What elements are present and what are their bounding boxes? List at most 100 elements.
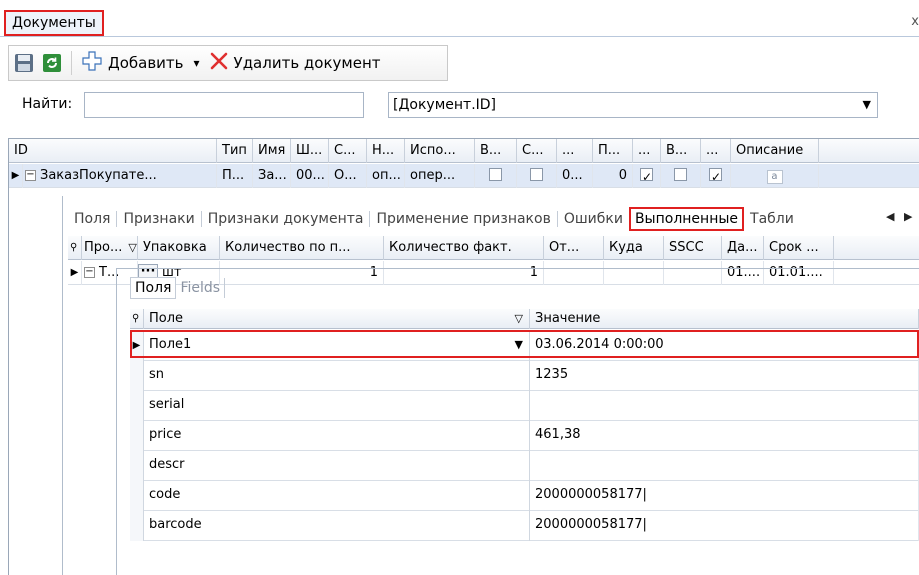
column-header-dots1[interactable]: ... [557, 139, 593, 163]
cell-field[interactable]: barcode [144, 511, 530, 541]
cell-field[interactable]: Поле1 ▼ [144, 331, 530, 361]
memo-icon[interactable]: a [766, 170, 783, 184]
column-header-pack[interactable]: Упаковка [138, 236, 220, 260]
inner-tab-fields[interactable]: Поля [130, 277, 177, 299]
cell-v-checkbox[interactable] [475, 164, 517, 188]
column-header-field[interactable]: Поле ▽ [144, 309, 530, 329]
cell-field[interactable]: price [144, 421, 530, 451]
tab-attributes[interactable]: Признаки [117, 211, 202, 227]
search-field-select[interactable]: [Документ.ID] ▼ [388, 92, 878, 118]
column-chooser-icon[interactable]: ⚲ [68, 236, 82, 260]
row-indicator [130, 421, 144, 451]
column-header-b2[interactable]: В... [661, 139, 701, 163]
cell-dots3-checkbox[interactable] [701, 164, 731, 188]
cell-name: За... [253, 164, 291, 188]
tab-tables[interactable]: Табли [744, 211, 800, 227]
table-row[interactable]: ▶ − ЗаказПокупате... П... За... 00... О..… [9, 164, 919, 188]
column-header-s[interactable]: С... [329, 139, 367, 163]
delete-document-button[interactable]: Удалить документ [208, 49, 383, 77]
collapse-icon[interactable]: − [25, 170, 36, 181]
column-header-term[interactable]: Срок ... [764, 236, 834, 260]
cell-value[interactable]: 461,38 [530, 421, 919, 451]
cell-type: П... [217, 164, 253, 188]
tab-errors[interactable]: Ошибки [558, 211, 629, 227]
cell-value[interactable]: 1235 [530, 361, 919, 391]
cell-b2-checkbox[interactable] [661, 164, 701, 188]
tab-executed[interactable]: Выполненные [628, 207, 745, 231]
column-header-description[interactable]: Описание [731, 139, 819, 163]
table-row[interactable]: ▶ Поле1 ▼ 03.06.2014 0:00:00 [130, 331, 919, 361]
checkbox[interactable] [530, 168, 543, 181]
column-header-c[interactable]: С... [517, 139, 557, 163]
column-header-name[interactable]: Имя [253, 139, 291, 163]
cell-value[interactable]: 2000000058177| [530, 481, 919, 511]
column-header-sscc[interactable]: SSCC [664, 236, 722, 260]
checkbox[interactable] [674, 168, 687, 181]
column-header-value[interactable]: Значение [530, 309, 919, 329]
column-header-from[interactable]: От... [544, 236, 604, 260]
column-header-type[interactable]: Тип [217, 139, 253, 163]
checkbox-checked[interactable] [709, 166, 722, 188]
cell-description[interactable]: a [731, 164, 819, 188]
tab-apply-attributes[interactable]: Применение признаков [370, 211, 558, 227]
inner-tab-fields-en[interactable]: Fields [176, 278, 226, 298]
tab-fields[interactable]: Поля [68, 211, 118, 227]
column-header-id[interactable]: ID [9, 139, 217, 163]
cell-field[interactable]: serial [144, 391, 530, 421]
tab-scroll-left-icon[interactable]: ◀ [886, 210, 894, 223]
search-input[interactable] [84, 92, 364, 118]
table-row[interactable]: code 2000000058177| [130, 481, 919, 511]
cell-c-checkbox[interactable] [517, 164, 557, 188]
cell-field-text: price [149, 427, 182, 442]
chevron-down-icon[interactable]: ▼ [863, 93, 871, 117]
cell-value[interactable]: 2000000058177| [530, 511, 919, 541]
refresh-icon[interactable] [41, 52, 63, 74]
chevron-down-icon[interactable]: ▾ [194, 56, 200, 70]
cell-field[interactable]: code [144, 481, 530, 511]
cell-value[interactable]: 03.06.2014 0:00:00 [530, 331, 919, 361]
filter-icon[interactable]: ▽ [515, 309, 523, 328]
column-header-qty-plan[interactable]: Количество по п... [220, 236, 384, 260]
chevron-down-icon[interactable]: ▼ [515, 331, 523, 359]
table-row[interactable]: descr [130, 451, 919, 481]
column-header-sh[interactable]: Ш... [291, 139, 329, 163]
save-icon[interactable] [13, 52, 35, 74]
cell-field[interactable]: descr [144, 451, 530, 481]
checkbox-checked[interactable] [640, 166, 653, 188]
tab-document-attributes[interactable]: Признаки документа [202, 211, 371, 227]
row-indicator [130, 511, 144, 541]
cell-field-text: barcode [149, 517, 202, 532]
executed-grid-header: ⚲ Про... ▽ Упаковка Количество по п... Ко… [68, 236, 919, 260]
column-header-date[interactable]: Да... [722, 236, 764, 260]
table-row[interactable]: price 461,38 [130, 421, 919, 451]
add-button-label: Добавить [108, 54, 184, 72]
column-header-n[interactable]: Н... [367, 139, 405, 163]
column-header-dots2[interactable]: ... [633, 139, 661, 163]
column-header-pro[interactable]: Про... ▽ [82, 236, 138, 260]
column-header-v[interactable]: В... [475, 139, 517, 163]
filter-icon[interactable]: ▽ [128, 241, 136, 254]
add-button[interactable]: Добавить ▾ [80, 49, 202, 77]
table-row[interactable]: serial [130, 391, 919, 421]
row-pointer-icon: ▶ [130, 331, 144, 361]
row-pointer-icon: ▶ [9, 164, 23, 188]
detail-tabs: Поля Признаки Признаки документа Примене… [68, 206, 800, 232]
documents-tab[interactable]: Документы [4, 10, 104, 36]
close-icon[interactable]: x [911, 14, 919, 29]
cell-value[interactable] [530, 451, 919, 481]
column-header-dots3[interactable]: ... [701, 139, 731, 163]
column-header-ispo[interactable]: Испо... [405, 139, 475, 163]
column-chooser-icon[interactable]: ⚲ [130, 309, 144, 329]
cell-field-text: Поле1 [149, 337, 192, 352]
tab-scroll-right-icon[interactable]: ▶ [904, 210, 912, 223]
cell-dots2-checkbox[interactable] [633, 164, 661, 188]
column-header-to[interactable]: Куда [604, 236, 664, 260]
table-row[interactable]: barcode 2000000058177| [130, 511, 919, 541]
column-header-qty-fact[interactable]: Количество факт. [384, 236, 544, 260]
collapse-icon[interactable]: − [84, 267, 95, 278]
checkbox[interactable] [489, 168, 502, 181]
column-header-p[interactable]: П... [593, 139, 633, 163]
table-row[interactable]: sn 1235 [130, 361, 919, 391]
cell-value[interactable] [530, 391, 919, 421]
cell-field[interactable]: sn [144, 361, 530, 391]
